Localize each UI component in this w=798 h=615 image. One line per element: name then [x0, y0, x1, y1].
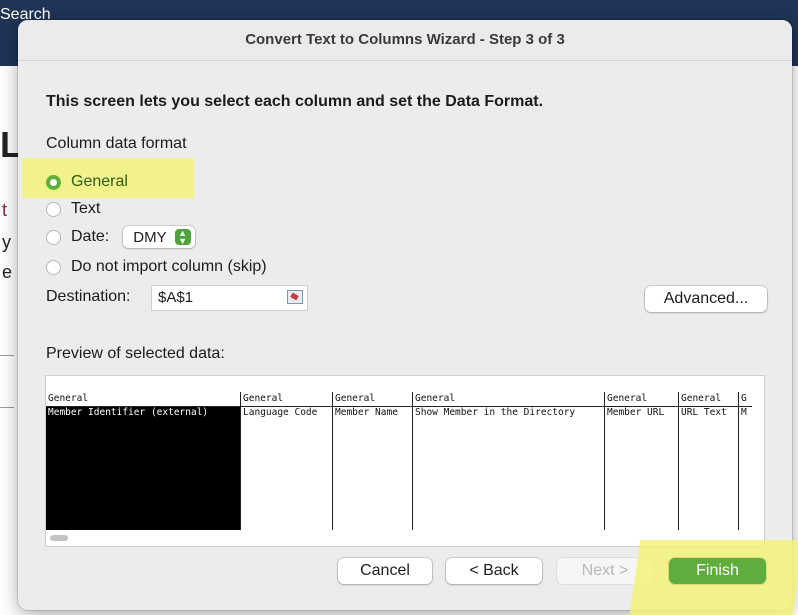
radio-skip-label: Do not import column (skip) [71, 258, 267, 275]
radio-text[interactable]: Text [46, 198, 100, 220]
text-fragment: e [2, 262, 13, 282]
preview-grid: General Member Identifier (external) Gen… [46, 392, 752, 530]
text-to-columns-dialog: Convert Text to Columns Wizard - Step 3 … [18, 20, 792, 610]
preview-label: Preview of selected data: [46, 345, 225, 362]
divider [0, 407, 14, 408]
date-format-value: DMY [133, 228, 167, 246]
radio-general-label: General [71, 173, 128, 190]
preview-scrollbar[interactable] [50, 535, 68, 541]
range-select-icon[interactable] [287, 290, 303, 304]
dialog-title: Convert Text to Columns Wizard - Step 3 … [18, 20, 792, 61]
column-data-format-label: Column data format [46, 135, 187, 152]
preview-column-header: General [46, 392, 240, 407]
finish-button[interactable]: Finish [669, 558, 766, 584]
divider [0, 355, 14, 356]
preview-column[interactable]: G M [738, 392, 752, 530]
preview-cell: Language Code [243, 407, 318, 418]
preview-column-header: General [679, 392, 738, 407]
destination-field[interactable]: $A$1 [152, 286, 307, 310]
radio-date[interactable]: Date: DMY ▲ ▼ [46, 226, 195, 248]
text-fragment: y [2, 232, 11, 252]
radio-date-label: Date: [71, 228, 110, 245]
radio-icon[interactable] [46, 201, 61, 217]
preview-column-header: G [739, 392, 752, 407]
preview-column-header: General [413, 392, 604, 407]
cancel-button[interactable]: Cancel [338, 558, 432, 584]
date-format-select[interactable]: DMY ▲ ▼ [123, 226, 195, 248]
preview-cell: Member Name [335, 407, 398, 418]
radio-icon[interactable] [46, 229, 61, 245]
preview-cell: URL Text [681, 407, 727, 418]
destination-value: $A$1 [158, 289, 194, 306]
advanced-button[interactable]: Advanced... [645, 286, 767, 312]
instructions-text: This screen lets you select each column … [46, 93, 544, 110]
preview-column[interactable]: General Member URL [604, 392, 678, 530]
preview-column[interactable]: General Member Identifier (external) [46, 392, 240, 530]
preview-cell: M [741, 407, 747, 418]
radio-general[interactable]: General [46, 171, 128, 193]
preview-column-header: General [605, 392, 678, 407]
radio-icon[interactable] [46, 259, 61, 275]
destination-label: Destination: [46, 288, 131, 305]
preview-column[interactable]: General URL Text [678, 392, 738, 530]
preview-column[interactable]: General Member Name [332, 392, 412, 530]
preview-cell: Show Member in the Directory [415, 407, 576, 418]
radio-text-label: Text [71, 200, 101, 217]
up-down-chevron-icon: ▲ ▼ [174, 229, 191, 246]
preview-column[interactable]: General Show Member in the Directory [412, 392, 604, 530]
preview-cell: Member Identifier (external) [48, 407, 209, 418]
data-preview: General Member Identifier (external) Gen… [46, 376, 764, 546]
link-fragment[interactable]: t [2, 200, 7, 221]
preview-column-header: General [333, 392, 412, 407]
preview-column-header: General [241, 392, 332, 407]
back-button[interactable]: < Back [446, 558, 542, 584]
radio-skip[interactable]: Do not import column (skip) [46, 256, 267, 278]
preview-column[interactable]: General Language Code [240, 392, 332, 530]
preview-cell: Member URL [607, 407, 665, 418]
radio-selected-icon[interactable] [46, 174, 61, 190]
